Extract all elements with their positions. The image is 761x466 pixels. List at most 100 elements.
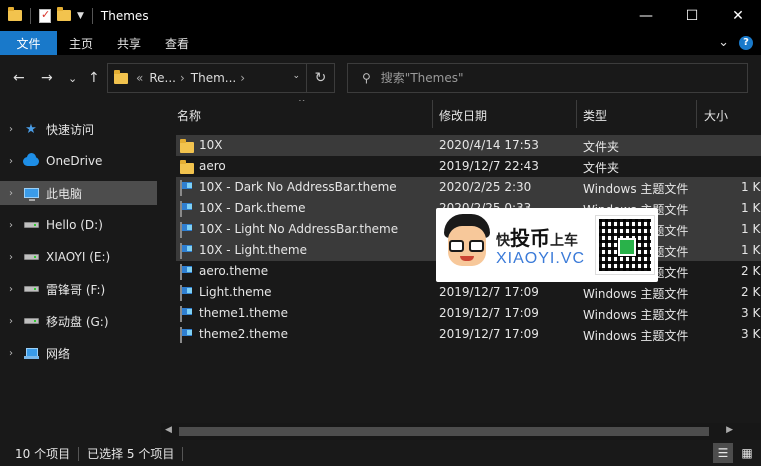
maximize-button[interactable]: ☐ [669,0,715,31]
file-name: Light.theme [199,285,272,299]
navigation-pane: › ★ 快速访问 › OneDrive › 此电脑 › Hello (D:) ›… [0,110,160,440]
cloud-icon [22,152,40,168]
sidebar-item-quick-access[interactable]: › ★ 快速访问 [0,117,157,141]
expand-chevron-icon[interactable]: › [0,156,22,167]
back-button[interactable]: ← [13,70,25,86]
column-header-date[interactable]: 修改日期 [422,100,576,130]
folder-icon [114,69,128,84]
minimize-button[interactable]: — [623,0,669,31]
address-dropdown[interactable]: ⌄ [292,71,300,81]
properties-icon[interactable] [39,8,51,23]
tab-home[interactable]: 主页 [57,31,105,55]
large-icons-view-icon[interactable]: ▦ [737,443,757,463]
expand-chevron-icon[interactable]: › [0,316,22,327]
watermark-brand: 快投币上车 [496,226,578,250]
sidebar-item-drive-g[interactable]: › 移动盘 (G:) [0,309,157,333]
file-size: 2 K [741,264,761,278]
search-input[interactable] [380,71,711,85]
file-name: theme2.theme [199,327,288,341]
folder-icon[interactable] [8,7,22,21]
expand-chevron-icon[interactable]: › [0,252,22,263]
file-date: 2019/12/7 17:09 [439,306,539,320]
theme-file-icon [180,327,182,343]
refresh-button[interactable]: ↻ [306,64,334,92]
expand-chevron-icon[interactable]: › [0,124,22,135]
view-switcher: ☰ ▦ [713,443,757,463]
address-bar[interactable]: « Re... › Them... › ⌄ ↻ [107,63,335,93]
breadcrumb-item[interactable]: Re... [149,71,176,85]
file-row[interactable]: theme1.theme 2019/12/7 17:09 Windows 主题文件 3… [176,303,761,324]
theme-file-icon [180,222,182,238]
expand-chevron-icon[interactable]: › [0,348,22,359]
title-bar: ▼ Themes — ☐ ✕ [0,0,761,31]
theme-file-icon [180,285,182,301]
file-type: Windows 主题文件 [583,287,689,301]
expand-chevron-icon[interactable]: › [0,188,22,199]
file-name: 10X - Light.theme [199,243,307,257]
sidebar-item-network[interactable]: › 网络 [0,341,157,365]
column-header-size[interactable]: 大小 [687,100,761,130]
column-header-name[interactable]: 名称 [160,100,432,130]
file-row[interactable]: aero 2019/12/7 22:43 文件夹 [176,156,761,177]
horizontal-scrollbar[interactable]: ◀ ▶ [161,423,761,440]
sidebar-item-onedrive[interactable]: › OneDrive [0,149,157,173]
scroll-left-icon[interactable]: ◀ [165,425,172,435]
forward-button[interactable]: → [41,70,53,86]
breadcrumb-overflow[interactable]: « [136,71,143,85]
file-row[interactable]: 10X 2020/4/14 17:53 文件夹 [176,135,761,156]
window-title: Themes [100,8,149,23]
column-header-type[interactable]: 类型 [566,100,696,130]
watermark-logo: 快投币上车 XIAOYI.VC [436,208,658,282]
expand-chevron-icon[interactable]: › [0,220,22,231]
mascot-icon [440,212,494,276]
tab-share[interactable]: 共享 [105,31,153,55]
sidebar-item-label: 移动盘 (G:) [46,314,109,329]
breadcrumb-item[interactable]: Them... [191,71,236,85]
tab-file[interactable]: 文件 [0,31,57,55]
file-row[interactable]: Light.theme 2019/12/7 17:09 Windows 主题文件 2 … [176,282,761,303]
expand-chevron-icon[interactable]: › [0,284,22,295]
recent-locations-dropdown[interactable]: ⌄ [68,72,77,85]
customize-toolbar-dropdown[interactable]: ▼ [77,11,84,21]
file-date: 2020/4/14 17:53 [439,138,539,152]
file-type: 文件夹 [583,140,620,154]
drive-icon [22,250,40,264]
theme-file-icon [180,180,182,196]
file-date: 2019/12/7 17:09 [439,285,539,299]
file-type: Windows 主题文件 [583,308,689,322]
ribbon-actions: ⌄ ? [718,35,753,50]
file-row[interactable]: theme2.theme 2019/12/7 17:09 Windows 主题文件 3… [176,324,761,345]
details-view-icon[interactable]: ☰ [713,443,733,463]
sidebar-item-drive-f[interactable]: › 雷锋哥 (F:) [0,277,157,301]
sidebar-item-label: Hello (D:) [46,218,103,232]
theme-file-icon [180,264,182,280]
help-icon[interactable]: ? [739,35,753,50]
theme-file-icon [180,243,182,259]
drive-icon [22,282,40,296]
file-row[interactable]: 10X - Dark No AddressBar.theme 2020/2/25 … [176,177,761,198]
selection-count: 已选择 5 个项目 [87,447,175,461]
tab-view[interactable]: 查看 [153,31,201,55]
sidebar-item-this-pc[interactable]: › 此电脑 [0,181,157,205]
item-count: 10 个项目 [15,447,71,461]
new-folder-icon[interactable] [57,7,71,21]
file-name: aero.theme [199,264,269,278]
up-button[interactable]: ↑ [88,70,100,86]
toolbar-divider [30,7,31,24]
theme-file-icon [180,201,182,217]
file-size: 3 K [741,306,761,320]
file-size: 1 K [741,180,761,194]
scroll-right-icon[interactable]: ▶ [726,425,733,435]
drive-icon [22,314,40,328]
expand-ribbon-icon[interactable]: ⌄ [718,35,729,50]
close-button[interactable]: ✕ [715,0,761,31]
breadcrumb-separator[interactable]: › [180,71,185,85]
file-type: Windows 主题文件 [583,329,689,343]
sidebar-item-drive-e[interactable]: › XIAOYI (E:) [0,245,157,269]
file-type: Windows 主题文件 [583,182,689,196]
file-date: 2019/12/7 17:09 [439,327,539,341]
file-date: 2020/2/25 2:30 [439,180,532,194]
breadcrumb-separator[interactable]: › [240,71,245,85]
sidebar-item-drive-d[interactable]: › Hello (D:) [0,213,157,237]
scrollbar-thumb[interactable] [179,427,709,436]
